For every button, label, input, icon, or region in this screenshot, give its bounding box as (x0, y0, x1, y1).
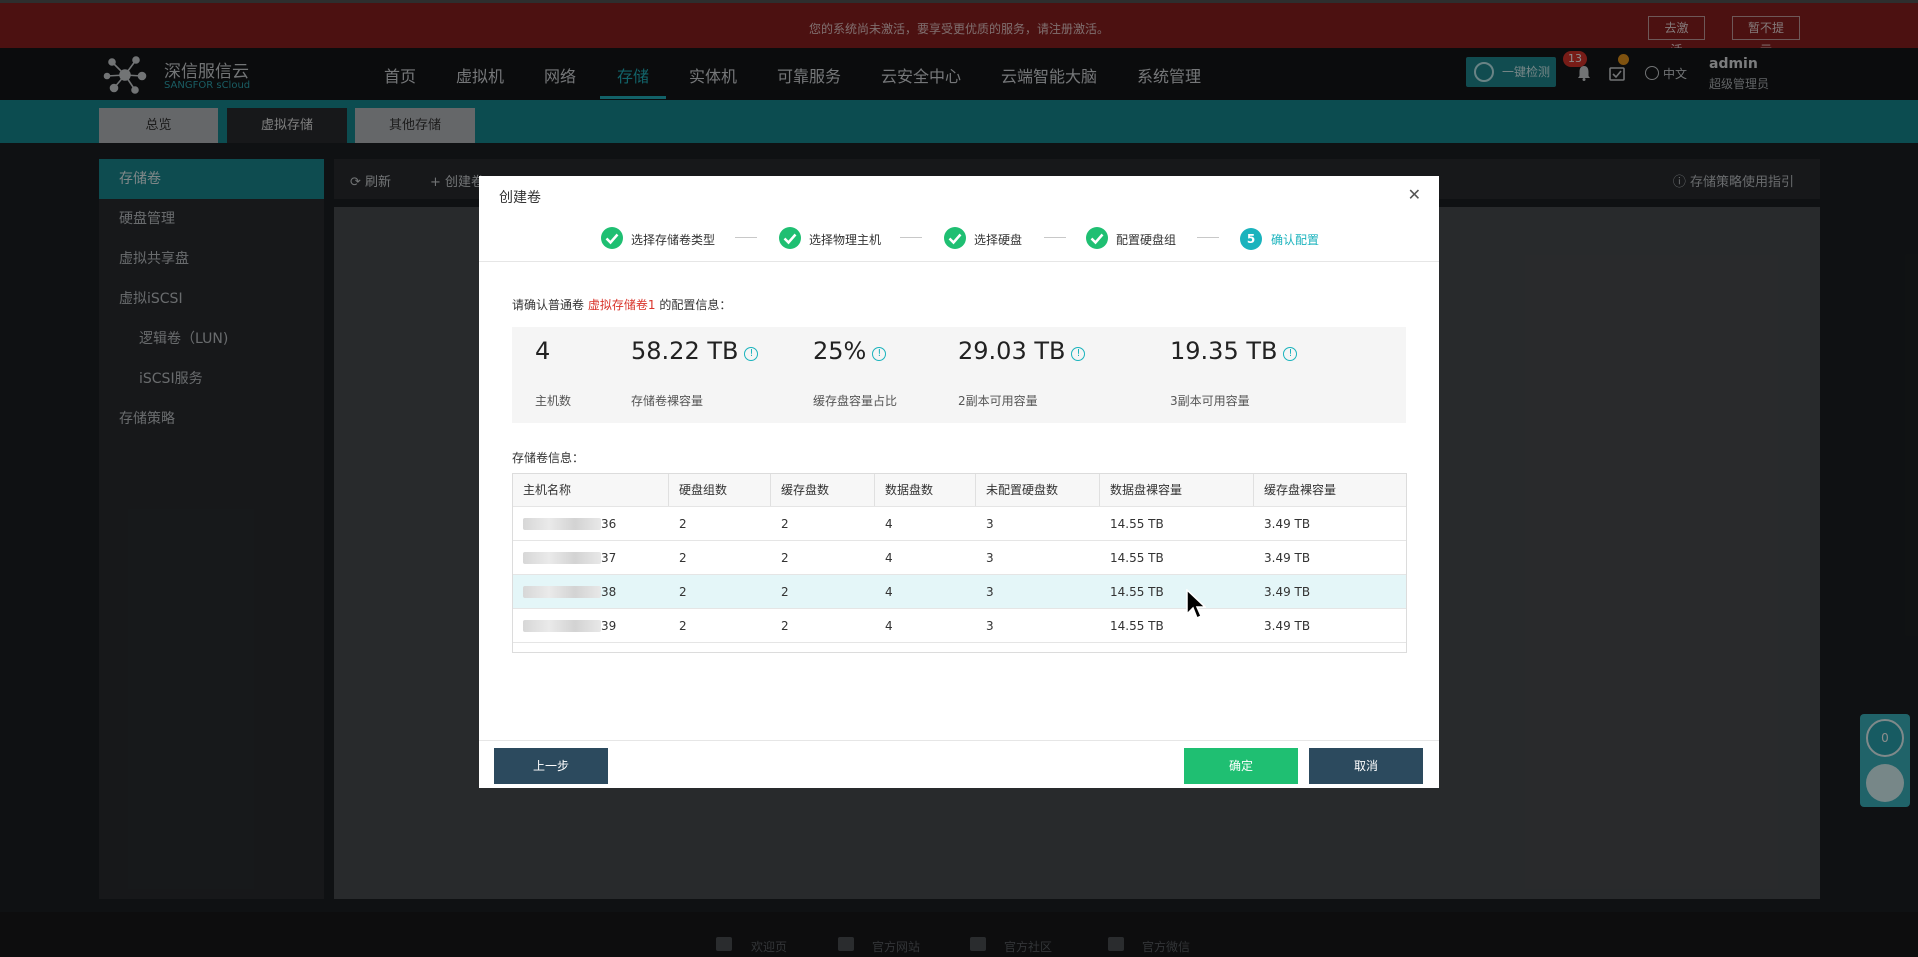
section-label: 存储卷信息： (512, 451, 585, 465)
check-circle-icon (601, 227, 623, 249)
cell-data-disks: 4 (885, 551, 893, 565)
confirm-text: 请确认普通卷 虚拟存储卷1 的配置信息： (512, 296, 731, 313)
step-2-label: 选择物理主机 (809, 233, 882, 247)
info-icon[interactable]: ! (872, 347, 887, 361)
stat-3-replica-value: 19.35 TB (1170, 337, 1278, 365)
col-data-raw: 数据盘裸容量 (1100, 474, 1254, 506)
cell-data-disks: 4 (885, 517, 893, 531)
create-volume-dialog: 创建卷 ✕ 选择存储卷类型 选择物理主机 选择硬盘 配置硬盘组 5 确认配置 请… (479, 176, 1439, 788)
cell-cache-disks: 2 (781, 517, 789, 531)
col-unconfigured: 未配置硬盘数 (976, 474, 1100, 506)
col-host-name: 主机名称 (513, 474, 669, 506)
stat-hosts-value: 4 (535, 337, 551, 365)
step-5-label: 确认配置 (1271, 233, 1320, 247)
col-cache-disks: 缓存盘数 (771, 474, 875, 506)
host-suffix: 36 (601, 517, 617, 531)
check-circle-icon (944, 227, 966, 249)
cell-cache-raw: 3.49 TB (1264, 619, 1311, 633)
stat-raw-capacity-value-wrap: 58.22 TB! (631, 337, 759, 365)
stat-2-replica-value-wrap: 29.03 TB! (958, 337, 1086, 365)
host-table: 主机名称 硬盘组数 缓存盘数 数据盘数 未配置硬盘数 数据盘裸容量 缓存盘裸容量… (512, 473, 1407, 653)
table-scroll-area (513, 643, 1406, 652)
cell-cache-raw: 3.49 TB (1264, 517, 1311, 531)
stat-raw-capacity-label: 存储卷裸容量 (631, 394, 704, 408)
cell-host-name: 38 (513, 575, 616, 608)
cell-host-name: 37 (513, 541, 616, 574)
cell-disk-groups: 2 (679, 517, 687, 531)
info-icon[interactable]: ! (744, 347, 759, 361)
confirm-prefix: 请确认普通卷 (512, 298, 585, 312)
host-suffix: 39 (601, 619, 617, 633)
cell-data-raw: 14.55 TB (1110, 517, 1164, 531)
step-divider (1197, 237, 1219, 238)
confirm-suffix: 的配置信息： (659, 298, 732, 312)
dialog-title: 创建卷 (499, 190, 541, 206)
table-row[interactable]: 36 2 2 4 3 14.55 TB 3.49 TB (513, 507, 1406, 541)
table-row[interactable]: 37 2 2 4 3 14.55 TB 3.49 TB (513, 541, 1406, 575)
redacted-hostname (523, 586, 601, 598)
check-circle-icon (1086, 227, 1108, 249)
stat-3-replica-label: 3副本可用容量 (1170, 394, 1250, 408)
cell-data-raw: 14.55 TB (1110, 619, 1164, 633)
step-4-label: 配置硬盘组 (1116, 233, 1177, 247)
stat-cache-ratio-value-wrap: 25%! (813, 337, 887, 365)
cell-cache-disks: 2 (781, 619, 789, 633)
redacted-hostname (523, 620, 601, 632)
info-icon[interactable]: ! (1283, 347, 1298, 361)
step-divider (900, 237, 922, 238)
step-divider (735, 237, 757, 238)
stepper: 选择存储卷类型 选择物理主机 选择硬盘 配置硬盘组 5 确认配置 (479, 214, 1439, 262)
col-data-disks: 数据盘数 (875, 474, 976, 506)
cell-disk-groups: 2 (679, 551, 687, 565)
step-divider (1044, 237, 1066, 238)
cell-data-disks: 4 (885, 585, 893, 599)
stat-cache-ratio-label: 缓存盘容量占比 (813, 394, 898, 408)
cell-disk-groups: 2 (679, 585, 687, 599)
close-icon[interactable]: ✕ (1408, 185, 1421, 204)
cell-unconfigured: 3 (986, 517, 994, 531)
cell-data-raw: 14.55 TB (1110, 551, 1164, 565)
step-1-label: 选择存储卷类型 (631, 233, 716, 247)
cell-host-name: 39 (513, 609, 616, 642)
cell-unconfigured: 3 (986, 585, 994, 599)
stat-cache-ratio-value: 25% (813, 337, 867, 365)
dialog-footer: 上一步 确定 取消 (479, 740, 1439, 788)
host-suffix: 37 (601, 551, 617, 565)
prev-step-button[interactable]: 上一步 (494, 748, 608, 784)
table-header-row: 主机名称 硬盘组数 缓存盘数 数据盘数 未配置硬盘数 数据盘裸容量 缓存盘裸容量 (513, 474, 1406, 507)
confirm-button[interactable]: 确定 (1184, 748, 1298, 784)
check-circle-icon (779, 227, 801, 249)
table-row[interactable]: 38 2 2 4 3 14.55 TB 3.49 TB (513, 575, 1406, 609)
cell-disk-groups: 2 (679, 619, 687, 633)
cell-cache-disks: 2 (781, 551, 789, 565)
stat-3-replica-value-wrap: 19.35 TB! (1170, 337, 1298, 365)
stat-raw-capacity-value: 58.22 TB (631, 337, 739, 365)
cell-data-disks: 4 (885, 619, 893, 633)
redacted-hostname (523, 552, 601, 564)
cell-unconfigured: 3 (986, 619, 994, 633)
col-cache-raw: 缓存盘裸容量 (1264, 483, 1337, 497)
cancel-button[interactable]: 取消 (1309, 748, 1423, 784)
info-icon[interactable]: ! (1071, 347, 1086, 361)
stat-hosts-label: 主机数 (535, 394, 572, 408)
step-5-number: 5 (1240, 228, 1262, 250)
stat-2-replica-value: 29.03 TB (958, 337, 1066, 365)
cell-cache-raw: 3.49 TB (1264, 585, 1311, 599)
volume-name: 虚拟存储卷1 (587, 298, 656, 312)
mouse-cursor-icon (1186, 589, 1206, 620)
host-suffix: 38 (601, 585, 617, 599)
cell-data-raw: 14.55 TB (1110, 585, 1164, 599)
col-disk-groups: 硬盘组数 (669, 474, 771, 506)
stat-2-replica-label: 2副本可用容量 (958, 394, 1038, 408)
summary-stats: 4 主机数 58.22 TB! 存储卷裸容量 25%! 缓存盘容量占比 29.0… (512, 327, 1406, 423)
cell-host-name: 36 (513, 507, 616, 540)
cell-cache-raw: 3.49 TB (1264, 551, 1311, 565)
cell-unconfigured: 3 (986, 551, 994, 565)
cell-cache-disks: 2 (781, 585, 789, 599)
step-3-label: 选择硬盘 (974, 233, 1023, 247)
redacted-hostname (523, 518, 601, 530)
table-row[interactable]: 39 2 2 4 3 14.55 TB 3.49 TB (513, 609, 1406, 643)
